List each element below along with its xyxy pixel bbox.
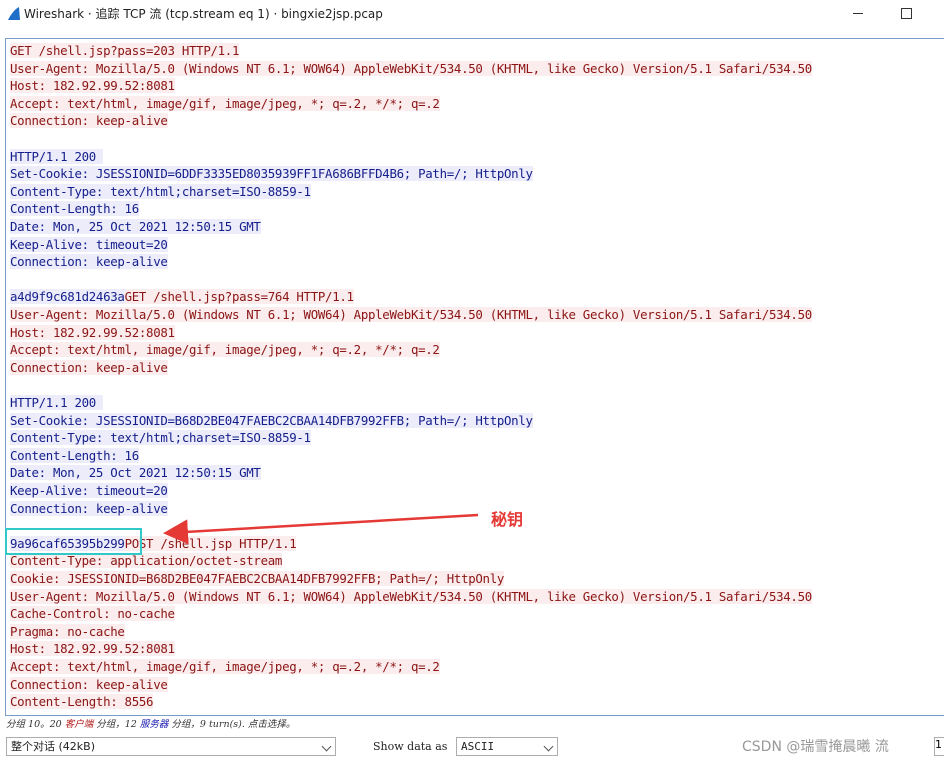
server-text: Content-Type: text/html;charset=ISO-8859… — [10, 430, 311, 446]
stream-line: User-Agent: Mozilla/5.0 (Windows NT 6.1;… — [10, 60, 812, 77]
stream-line: Content-Length: 8556 — [10, 693, 154, 710]
stream-line: Pragma: no-cache — [10, 623, 125, 640]
stream-line: HTTP/1.1 200 — [10, 148, 104, 165]
secret-key-highlight-box — [5, 528, 142, 555]
stream-line: Content-Length: 16 — [10, 447, 139, 464]
server-text: Set-Cookie: JSESSIONID=6DDF3335ED8035939… — [10, 166, 533, 182]
client-text: Content-Type: application/octet-stream — [10, 553, 283, 569]
server-text: Date: Mon, 25 Oct 2021 12:50:15 GMT — [10, 465, 261, 481]
annotation-label: 秘钥 — [491, 510, 524, 529]
server-text: Content-Type: text/html;charset=ISO-8859… — [10, 183, 311, 199]
client-text: GET /shell.jsp?pass=764 HTTP/1.1 — [124, 289, 354, 305]
stream-line: Connection: keep-alive — [10, 676, 168, 693]
chevron-down-icon — [543, 741, 554, 752]
stream-line: Host: 182.92.99.52:8081 — [10, 324, 175, 341]
status-client-label[interactable]: 客户端 — [65, 719, 94, 730]
client-text: Accept: text/html, image/gif, image/jpeg… — [10, 95, 440, 111]
client-text: Accept: text/html, image/gif, image/jpeg… — [10, 659, 440, 674]
stream-line: Set-Cookie: JSESSIONID=6DDF3335ED8035939… — [10, 165, 533, 182]
title-bar: Wireshark · 追踪 TCP 流 (tcp.stream eq 1) ·… — [0, 0, 944, 26]
show-data-as-label: Show data as — [373, 740, 448, 753]
stream-line: Content-Type: text/html;charset=ISO-8859… — [10, 429, 311, 446]
stream-line: Keep-Alive: timeout=20 — [10, 482, 168, 499]
status-suffix: 分组，9 turn(s). 点击选择。 — [168, 719, 296, 730]
stream-line: Connection: keep-alive — [10, 359, 168, 376]
server-text: a4d9f9c681d2463a — [10, 289, 125, 305]
client-text: Connection: keep-alive — [10, 676, 168, 692]
stream-line: Host: 182.92.99.52:8081 — [10, 640, 175, 657]
csdn-watermark: CSDN @瑞雪掩晨曦 流 — [742, 736, 889, 756]
stream-line: Date: Mon, 25 Oct 2021 12:50:15 GMT — [10, 218, 261, 235]
client-text: Content-Length: 8556 — [10, 694, 154, 710]
stream-line: Content-Length: 16 — [10, 200, 139, 217]
watermark-text: CSDN @瑞雪掩晨曦 — [742, 739, 871, 755]
stream-line: Date: Mon, 25 Oct 2021 12:50:15 GMT — [10, 464, 261, 481]
client-text: Cache-Control: no-cache — [10, 606, 175, 622]
client-text: Connection: keep-alive — [10, 359, 168, 375]
stream-line: Connection: keep-alive — [10, 500, 168, 517]
stream-line: Cookie: JSESSIONID=B68D2BE047FAEBC2CBAA1… — [10, 570, 504, 587]
maximize-button[interactable] — [883, 0, 929, 26]
stream-line: a4d9f9c681d2463aGET /shell.jsp?pass=764 … — [10, 288, 354, 305]
encoding-select-value: ASCII — [461, 740, 495, 753]
client-text: GET /shell.jsp?pass=203 HTTP/1.1 — [10, 43, 240, 58]
stream-line: HTTP/1.1 200 — [10, 394, 104, 411]
server-text: Keep-Alive: timeout=20 — [10, 483, 168, 498]
stream-line: Accept: text/html, image/gif, image/jpeg… — [10, 341, 440, 358]
client-text: User-Agent: Mozilla/5.0 (Windows NT 6.1;… — [10, 60, 812, 76]
minimize-button[interactable] — [835, 0, 881, 26]
status-server-label[interactable]: 服务器 — [140, 719, 169, 730]
chevron-down-icon — [321, 741, 332, 752]
stream-line: User-Agent: Mozilla/5.0 (Windows NT 6.1;… — [10, 588, 812, 605]
client-text: User-Agent: Mozilla/5.0 (Windows NT 6.1;… — [10, 588, 812, 604]
client-text: Connection: keep-alive — [10, 113, 168, 129]
server-text: HTTP/1.1 200 — [10, 395, 104, 410]
server-text: Date: Mon, 25 Oct 2021 12:50:15 GMT — [10, 219, 261, 234]
server-text: Connection: keep-alive — [10, 500, 168, 516]
stream-line: Host: 182.92.99.52:8081 — [10, 77, 175, 94]
stream-status-text: 分组 10。20 客户端 分组，12 服务器 分组，9 turn(s). 点击选… — [6, 716, 295, 730]
server-text: Content-Length: 16 — [10, 447, 139, 463]
tcp-stream-text-pane[interactable]: GET /shell.jsp?pass=203 HTTP/1.1 User-Age… — [5, 38, 944, 716]
stream-line: GET /shell.jsp?pass=203 HTTP/1.1 — [10, 42, 239, 59]
client-text: Host: 182.92.99.52:8081 — [10, 324, 175, 340]
stream-line: Set-Cookie: JSESSIONID=B68D2BE047FAEBC2C… — [10, 412, 533, 429]
stream-line: Connection: keep-alive — [10, 112, 168, 129]
stream-line: Cache-Control: no-cache — [10, 605, 175, 622]
stream-number-input[interactable]: 1 — [934, 737, 944, 756]
stream-line: User-Agent: Mozilla/5.0 (Windows NT 6.1;… — [10, 306, 812, 323]
server-text: HTTP/1.1 200 — [10, 148, 104, 164]
stream-line: Content-Type: text/html;charset=ISO-8859… — [10, 183, 311, 200]
conversation-select[interactable]: 整个对话 (42kB) — [6, 737, 336, 756]
server-text: Content-Length: 16 — [10, 201, 139, 217]
client-text: Accept: text/html, image/gif, image/jpeg… — [10, 342, 440, 358]
status-middle: 分组，12 — [93, 719, 140, 730]
client-text: Host: 182.92.99.52:8081 — [10, 641, 175, 657]
client-text: Pragma: no-cache — [10, 623, 125, 639]
server-text: Connection: keep-alive — [10, 254, 168, 270]
stream-line: Accept: text/html, image/gif, image/jpeg… — [10, 95, 440, 112]
client-text: Host: 182.92.99.52:8081 — [10, 78, 175, 94]
server-text: Keep-Alive: timeout=20 — [10, 236, 168, 252]
minimize-icon — [853, 12, 863, 14]
stream-line: Keep-Alive: timeout=20 — [10, 236, 168, 253]
wireshark-fin-icon — [8, 7, 20, 20]
conversation-select-value: 整个对话 (42kB) — [11, 740, 95, 753]
encoding-select[interactable]: ASCII — [456, 737, 558, 756]
client-text: User-Agent: Mozilla/5.0 (Windows NT 6.1;… — [10, 307, 812, 322]
client-text: POST /shell.jsp HTTP/1.1 — [124, 535, 297, 551]
stream-line: Connection: keep-alive — [10, 253, 168, 270]
window-title: Wireshark · 追踪 TCP 流 (tcp.stream eq 1) ·… — [24, 7, 383, 21]
stream-label-partial: 流 — [874, 739, 889, 755]
server-text: Set-Cookie: JSESSIONID=B68D2BE047FAEBC2C… — [10, 412, 533, 428]
maximize-icon — [900, 7, 912, 19]
client-text: Cookie: JSESSIONID=B68D2BE047FAEBC2CBAA1… — [10, 571, 505, 586]
status-prefix: 分组 10。20 — [6, 719, 65, 730]
stream-line: Accept: text/html, image/gif, image/jpeg… — [10, 658, 440, 675]
